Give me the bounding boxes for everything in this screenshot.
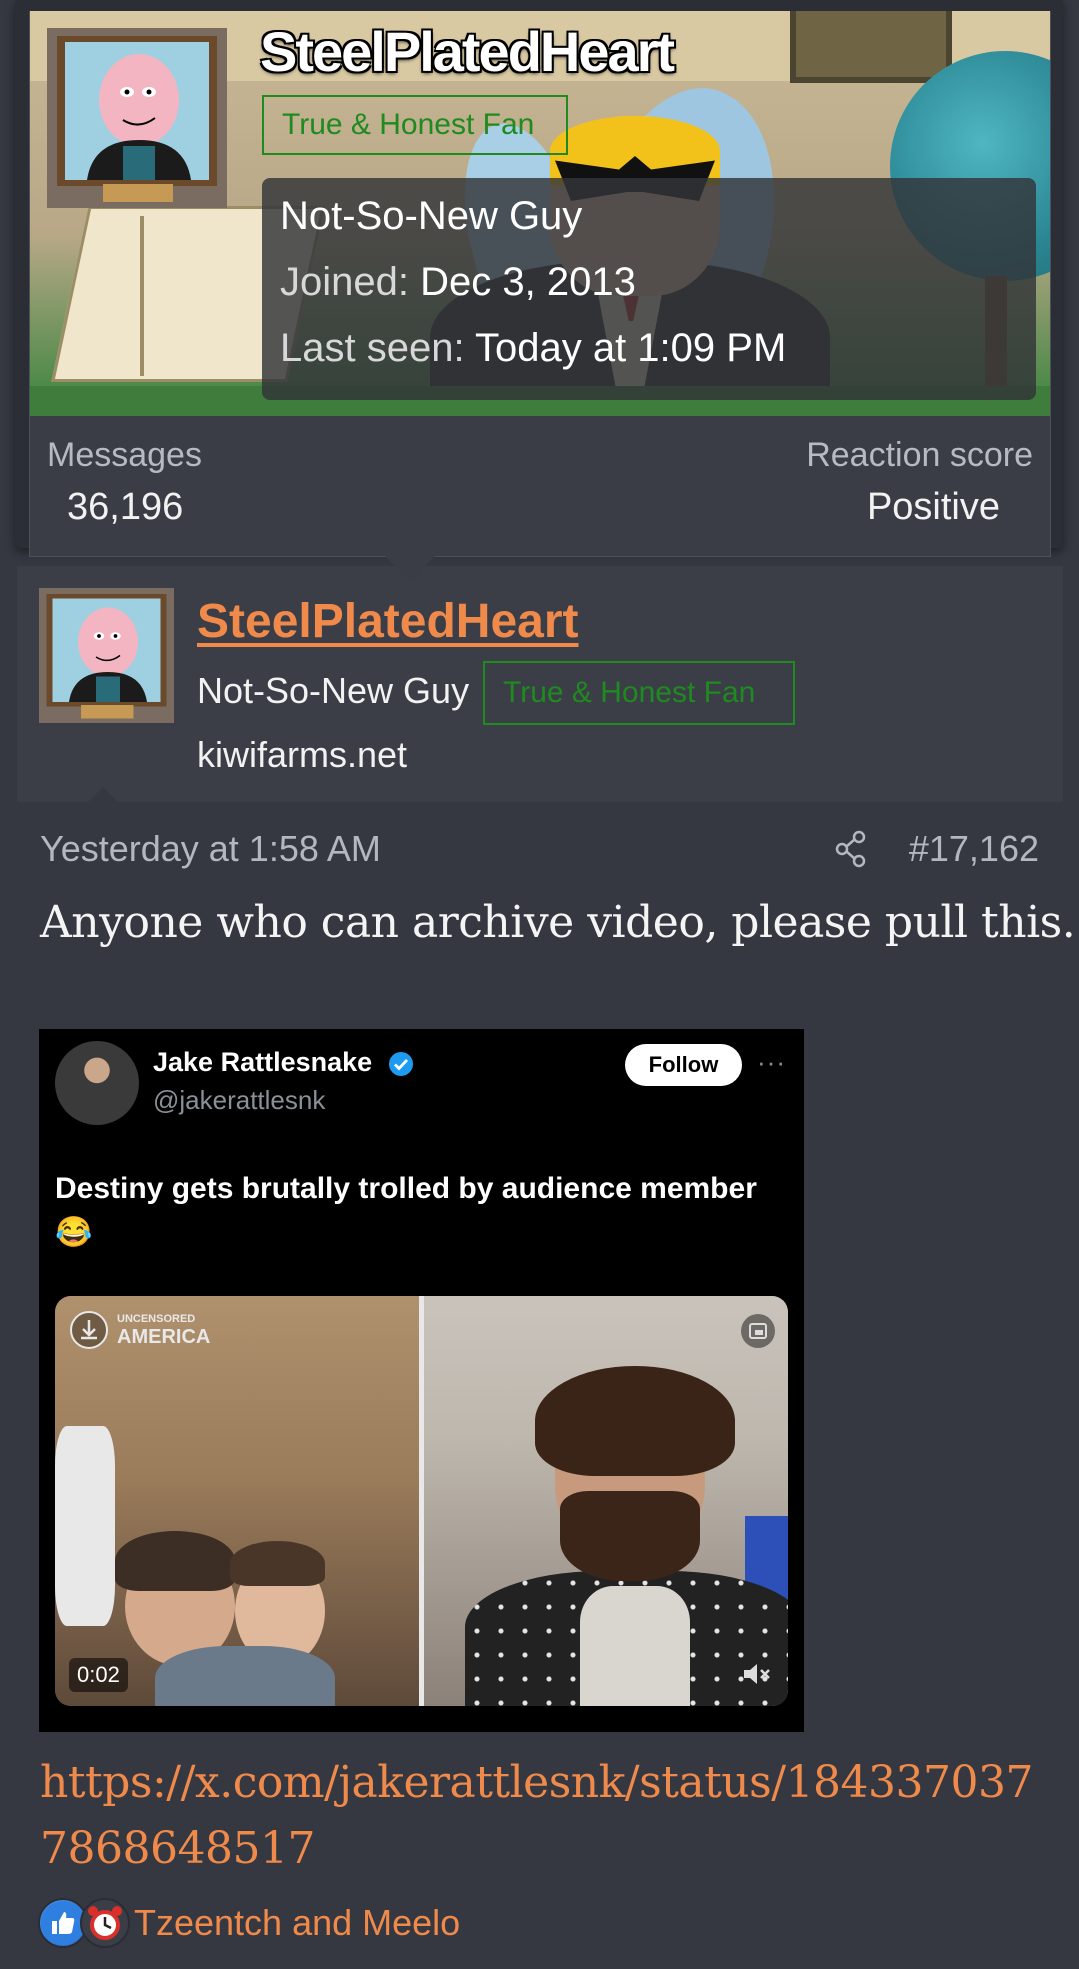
reaction-score-label: Reaction score <box>806 436 1033 474</box>
user-block-arrow <box>87 787 119 803</box>
picture-in-picture-icon <box>741 1314 775 1348</box>
post-username[interactable]: SteelPlatedHeart <box>197 594 579 649</box>
messages-value[interactable]: 36,196 <box>67 486 183 529</box>
post-user-title: Not-So-New Guy <box>197 670 470 711</box>
tweet-display-name: Jake Rattlesnake <box>153 1047 373 1077</box>
last-seen-value: Today at 1:09 PM <box>474 326 787 370</box>
crowd-shirt <box>155 1646 335 1706</box>
video-watermark: UNCENSORED AMERICA <box>117 1312 210 1348</box>
tweet-avatar <box>55 1041 139 1125</box>
messages-label: Messages <box>47 436 202 474</box>
tweet-follow-button: Follow <box>625 1044 742 1086</box>
person-hair <box>535 1366 735 1476</box>
joined-value: Dec 3, 2013 <box>420 260 636 304</box>
tweet-text: Destiny gets brutally trolled by audienc… <box>55 1172 757 1249</box>
member-last-seen: Last seen: Today at 1:09 PM <box>280 326 786 371</box>
post-link[interactable]: https://x.com/jakerattlesnk/status/18433… <box>40 1750 1040 1882</box>
member-tooltip-body: SteelPlatedHeart True & Honest Fan Not-S… <box>29 11 1051 557</box>
mute-icon <box>744 1664 770 1684</box>
post-avatar[interactable] <box>39 588 174 723</box>
member-username[interactable]: SteelPlatedHeart <box>260 19 675 84</box>
joined-label: Joined: <box>280 260 409 304</box>
video-watermark-line1: UNCENSORED <box>117 1313 196 1325</box>
video-watermark-line2: AMERICA <box>117 1326 211 1348</box>
tweet-more-icon: ··· <box>757 1047 786 1077</box>
verified-badge-icon <box>389 1052 413 1076</box>
crowd-hair <box>115 1531 235 1591</box>
post-user-block: SteelPlatedHeart Not-So-New Guy True & H… <box>17 566 1063 802</box>
member-info-box: Not-So-New Guy Joined: Dec 3, 2013 Last … <box>262 178 1036 400</box>
member-badge: True & Honest Fan <box>262 95 568 155</box>
reaction-users[interactable]: Tzeentch and Meelo <box>134 1902 460 1944</box>
tweet-handle: @jakerattlesnk <box>153 1085 326 1115</box>
tooltip-arrow <box>385 556 435 582</box>
post-date[interactable]: Yesterday at 1:58 AM <box>40 828 381 870</box>
crowd-person <box>55 1426 115 1626</box>
post-user-site: kiwifarms.net <box>197 734 408 775</box>
avatar[interactable] <box>47 28 227 208</box>
last-seen-label: Last seen: <box>280 326 465 370</box>
post-number[interactable]: #17,162 <box>909 828 1039 870</box>
embedded-tweet-image[interactable]: Jake Rattlesnake @jakerattlesnk Follow ·… <box>39 1029 804 1732</box>
alarm-clock-icon <box>80 1898 130 1948</box>
tweet-video: UNCENSORED AMERICA 0:02 <box>55 1296 788 1706</box>
person-tee <box>580 1586 690 1706</box>
member-joined: Joined: Dec 3, 2013 <box>280 260 636 305</box>
post-user-badge: True & Honest Fan <box>483 661 795 725</box>
crowd-hair <box>230 1541 325 1586</box>
post-body-text: Anyone who can archive video, please pul… <box>40 897 1076 948</box>
person-beard <box>560 1491 700 1581</box>
member-tooltip: SteelPlatedHeart True & Honest Fan Not-S… <box>15 0 1063 557</box>
member-title: Not-So-New Guy <box>280 194 583 238</box>
video-duration: 0:02 <box>69 1658 128 1692</box>
share-icon[interactable] <box>833 829 869 869</box>
reaction-score-value: Positive <box>866 486 1000 528</box>
